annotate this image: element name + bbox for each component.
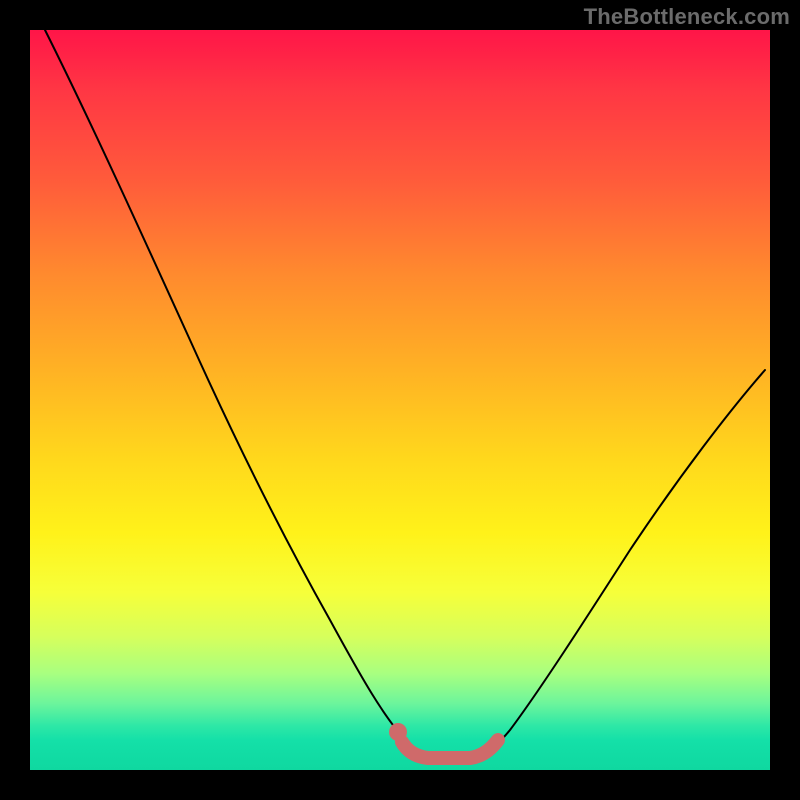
watermark-text: TheBottleneck.com xyxy=(584,4,790,30)
chart-stage: TheBottleneck.com xyxy=(0,0,800,800)
plot-area xyxy=(30,30,770,770)
marker-range xyxy=(402,740,498,758)
curve-svg xyxy=(30,30,770,770)
bottleneck-curve xyxy=(45,30,765,760)
